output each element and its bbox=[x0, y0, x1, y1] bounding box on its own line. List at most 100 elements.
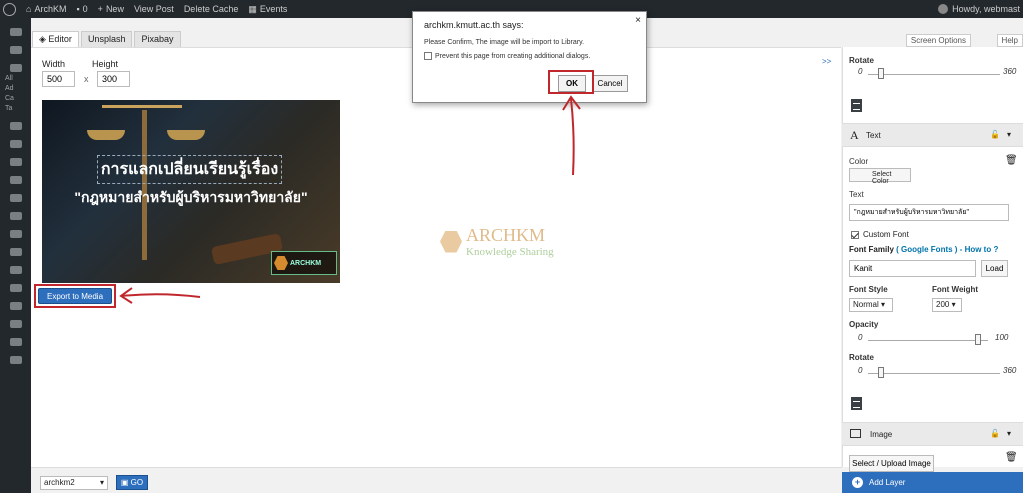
watermark-subtitle: Knowledge Sharing bbox=[466, 246, 554, 258]
account-menu[interactable]: Howdy, webmast bbox=[938, 0, 1023, 18]
appearance-icon[interactable] bbox=[9, 230, 22, 238]
screen-options-button[interactable]: Screen Options bbox=[905, 34, 971, 47]
layer-settings-panel bbox=[842, 47, 1023, 467]
tab-unsplash[interactable]: Unsplash bbox=[80, 31, 133, 48]
scale-pan-left bbox=[87, 130, 125, 140]
rotate2-slider-track[interactable] bbox=[868, 373, 1000, 374]
delete-cache-link[interactable]: Delete Cache bbox=[184, 4, 239, 14]
opacity-slider-track[interactable] bbox=[868, 340, 988, 341]
custom-font-checkbox[interactable] bbox=[851, 230, 859, 239]
collapse-icon[interactable] bbox=[9, 356, 22, 364]
select-color-button[interactable]: Select Color bbox=[849, 168, 911, 185]
collapse-caret-icon-2[interactable]: ▾ bbox=[1007, 429, 1011, 438]
template-select[interactable]: archkm2 ▾ bbox=[40, 476, 108, 490]
text-value-input[interactable] bbox=[849, 204, 1009, 221]
font-family-label: Font Family bbox=[849, 245, 894, 254]
tab-editor[interactable]: ◈ Editor bbox=[32, 31, 79, 48]
image-section-header[interactable]: Image 🔓 ▾ bbox=[842, 422, 1023, 446]
mail-icon[interactable] bbox=[9, 212, 22, 220]
new-link[interactable]: + New bbox=[98, 4, 124, 14]
settings-icon[interactable] bbox=[9, 338, 22, 346]
load-font-button[interactable]: Load bbox=[981, 260, 1008, 277]
template-select-value: archkm2 bbox=[44, 478, 75, 487]
add-layer-button[interactable]: + Add Layer bbox=[842, 472, 1023, 493]
prevent-dialogs-label: Prevent this page from creating addition… bbox=[435, 52, 591, 60]
dialog-close-icon[interactable]: × bbox=[635, 15, 641, 26]
comment-icon: ▪ bbox=[76, 4, 80, 14]
color-label: Color bbox=[849, 157, 869, 166]
layer-menu-icon[interactable] bbox=[851, 99, 862, 112]
text-section-header[interactable]: A Text 🔓 ▾ bbox=[842, 123, 1023, 147]
editor-tabs: ◈ Editor Unsplash Pixabay bbox=[32, 31, 181, 48]
calendar-menu-icon[interactable] bbox=[9, 140, 22, 148]
comments-link[interactable]: ▪ 0 bbox=[76, 4, 87, 14]
ok-button[interactable]: OK bbox=[558, 75, 586, 92]
trash-icon[interactable]: 🗑 bbox=[1005, 155, 1018, 166]
tab-pixabay[interactable]: Pixabay bbox=[134, 31, 181, 48]
tab-editor-label: Editor bbox=[48, 34, 72, 44]
font-family-input[interactable] bbox=[849, 260, 976, 277]
canvas-text-line2[interactable]: "กฎหมายสำหรับผู้บริหารมหาวิทยาลัย" bbox=[42, 187, 340, 209]
rotate-slider-track[interactable] bbox=[868, 74, 1000, 75]
go-button[interactable]: ▣ GO bbox=[116, 475, 148, 490]
admin-sidebar: All Ad Ca Ta bbox=[0, 18, 31, 493]
add-circle-icon: + bbox=[852, 477, 863, 488]
envelope-icon[interactable] bbox=[9, 266, 22, 274]
lock-icon[interactable]: 🔓 bbox=[990, 130, 1000, 139]
layer-menu-icon-2[interactable] bbox=[851, 397, 862, 410]
rotate2-max: 360 bbox=[1003, 366, 1017, 375]
rotate2-slider-handle[interactable] bbox=[878, 367, 884, 378]
prevent-dialogs-checkbox[interactable] bbox=[424, 52, 432, 60]
collapse-caret-icon[interactable]: ▾ bbox=[1007, 130, 1011, 139]
plugins-icon[interactable] bbox=[9, 248, 22, 256]
events-label: Events bbox=[259, 4, 288, 14]
rotate-slider-handle[interactable] bbox=[878, 68, 884, 79]
rotate-max: 360 bbox=[1003, 67, 1017, 76]
sidebar-item-tags[interactable]: Ta bbox=[5, 105, 31, 112]
expand-panel-button[interactable]: >> bbox=[822, 57, 831, 66]
lock-icon-2[interactable]: 🔓 bbox=[990, 429, 1000, 438]
custom-font-option[interactable]: Custom Font bbox=[851, 230, 909, 239]
sidebar-item-add[interactable]: Ad bbox=[5, 85, 31, 92]
help-button[interactable]: Help bbox=[996, 34, 1023, 47]
upload-image-button[interactable]: Select / Upload Image bbox=[849, 455, 934, 472]
prevent-dialogs-option[interactable]: Prevent this page from creating addition… bbox=[424, 52, 590, 60]
badge-label: ARCHKM bbox=[290, 259, 322, 267]
site-name-link[interactable]: ⌂ ArchKM bbox=[26, 4, 66, 14]
sidebar-item-categories[interactable]: Ca bbox=[5, 95, 31, 102]
font-weight-label: Font Weight bbox=[932, 285, 979, 294]
pages-icon[interactable] bbox=[9, 158, 22, 166]
wrench-icon[interactable] bbox=[9, 302, 22, 310]
feedback-icon[interactable] bbox=[9, 194, 22, 202]
font-style-select[interactable]: Normal ▾ bbox=[849, 298, 893, 312]
opacity-label: Opacity bbox=[849, 320, 879, 329]
events-link[interactable]: ▦ Events bbox=[248, 4, 287, 15]
home-icon: ⌂ bbox=[26, 4, 32, 14]
font-weight-select[interactable]: 200 ▾ bbox=[932, 298, 962, 312]
image-canvas[interactable]: การแลกเปลี่ยนเรียนรู้เรื่อง "กฎหมายสำหรั… bbox=[42, 100, 340, 283]
how-to-link[interactable]: - How to ? bbox=[960, 245, 999, 254]
opacity-slider-handle[interactable] bbox=[975, 334, 981, 345]
jetpack-icon[interactable] bbox=[9, 46, 22, 54]
width-input[interactable] bbox=[42, 71, 75, 87]
plus-icon: + bbox=[97, 4, 103, 14]
pin-icon[interactable] bbox=[9, 64, 22, 72]
tools-icon[interactable] bbox=[9, 284, 22, 292]
height-label: Height bbox=[92, 59, 119, 69]
users-icon[interactable] bbox=[9, 320, 22, 328]
wordpress-logo-icon[interactable] bbox=[3, 2, 16, 16]
media-icon[interactable] bbox=[9, 122, 22, 130]
canvas-text-line1[interactable]: การแลกเปลี่ยนเรียนรู้เรื่อง bbox=[97, 155, 282, 184]
text-font-icon: A bbox=[850, 128, 859, 142]
comments-menu-icon[interactable] bbox=[9, 176, 22, 184]
hexagon-logo-icon bbox=[274, 256, 288, 270]
export-to-media-button[interactable]: Export to Media bbox=[38, 288, 112, 304]
sidebar-item-all[interactable]: All bbox=[5, 75, 31, 82]
width-label: Width bbox=[42, 59, 66, 69]
view-post-link[interactable]: View Post bbox=[134, 4, 174, 14]
height-input[interactable] bbox=[97, 71, 130, 87]
trash-icon-2[interactable]: 🗑 bbox=[1005, 452, 1018, 463]
google-fonts-link[interactable]: ( Google Fonts ) bbox=[896, 245, 957, 254]
cancel-button[interactable]: Cancel bbox=[592, 75, 628, 92]
dashboard-icon[interactable] bbox=[9, 28, 22, 36]
